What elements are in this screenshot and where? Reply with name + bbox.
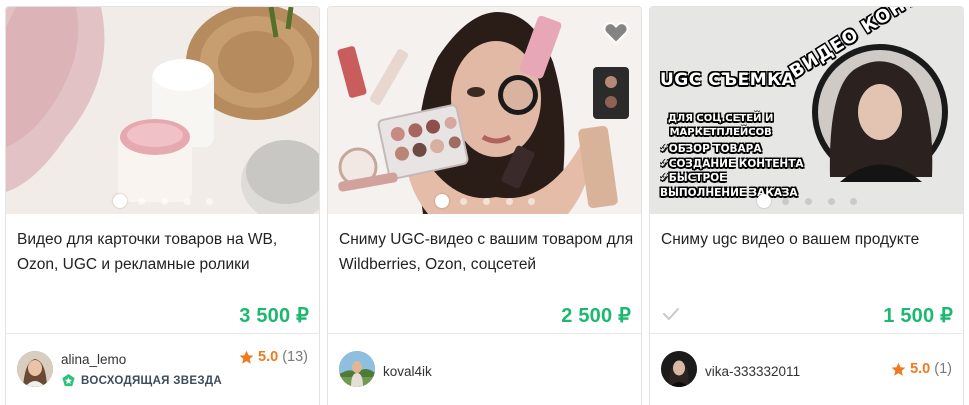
seller-rating: 5.0 (13) <box>239 349 308 365</box>
slide-dot[interactable] <box>161 198 168 205</box>
slide-dot-active[interactable] <box>757 194 771 208</box>
slide-indicator[interactable] <box>328 194 641 208</box>
star-icon <box>891 362 906 376</box>
favorite-button[interactable] <box>603 21 629 45</box>
slide-dot[interactable] <box>460 198 467 205</box>
slide-dot[interactable] <box>206 198 213 205</box>
slide-dot[interactable] <box>184 198 191 205</box>
listing-price: 3 500 ₽ <box>239 305 309 327</box>
rating-value: 5.0 <box>910 361 931 377</box>
divider <box>328 333 641 334</box>
avatar[interactable] <box>339 351 375 387</box>
slide-dot[interactable] <box>528 198 535 205</box>
slide-dot-active[interactable] <box>435 194 449 208</box>
promo-list-item: ✓ОБЗОР ТОВАРА <box>660 143 762 155</box>
badge-label: ВОСХОДЯЩАЯ ЗВЕЗДА <box>81 374 222 387</box>
listing-image[interactable] <box>328 7 641 214</box>
listing-title[interactable]: Видео для карточки товаров на WB, Ozon, … <box>17 227 312 277</box>
slide-dot[interactable] <box>138 198 145 205</box>
makeup-photo <box>328 7 641 214</box>
promo-heading: UGC СЪЕМКА <box>660 70 796 90</box>
listing-card-2[interactable]: Сниму UGC-видео с вашим товаром для Wild… <box>327 6 642 405</box>
slide-indicator[interactable] <box>6 194 319 208</box>
cosmetics-photo <box>6 7 319 214</box>
rating-count: (13) <box>282 349 308 365</box>
slide-indicator[interactable] <box>650 194 963 208</box>
rating-value: 5.0 <box>258 349 279 365</box>
slide-dot[interactable] <box>850 198 857 205</box>
avatar[interactable] <box>661 351 697 387</box>
slide-dot[interactable] <box>483 198 490 205</box>
listing-title[interactable]: Сниму UGC-видео с вашим товаром для Wild… <box>339 227 634 277</box>
listing-price: 2 500 ₽ <box>561 305 631 327</box>
listing-card-1[interactable]: Видео для карточки товаров на WB, Ozon, … <box>5 6 320 405</box>
seller-username[interactable]: koval4ik <box>383 364 432 379</box>
promo-subtitle: ДЛЯ СОЦ.СЕТЕЙ И МАРКЕТПЛЕЙСОВ <box>668 112 773 139</box>
slide-dot[interactable] <box>506 198 513 205</box>
divider <box>6 333 319 334</box>
slide-dot[interactable] <box>782 198 789 205</box>
listing-image[interactable]: UGC СЪЕМКА ВИДЕО КОНТЕНТ ДЛЯ СОЦ.СЕТЕЙ И… <box>650 7 963 214</box>
seller-username[interactable]: alina_lemo <box>61 352 126 367</box>
avatar[interactable] <box>17 351 53 387</box>
slide-dot-active[interactable] <box>113 194 127 208</box>
promo-list-item: ✓БЫСТРОЕ <box>660 172 727 184</box>
rising-star-icon <box>62 373 75 387</box>
listing-image[interactable] <box>6 7 319 214</box>
listing-card-3[interactable]: UGC СЪЕМКА ВИДЕО КОНТЕНТ ДЛЯ СОЦ.СЕТЕЙ И… <box>649 6 964 405</box>
heart-icon <box>603 22 629 45</box>
seller-username[interactable]: vika-333332011 <box>705 364 800 379</box>
promo-subtitle-line: МАРКЕТПЛЕЙСОВ <box>669 126 772 138</box>
rating-count: (1) <box>934 361 952 377</box>
seller-rating: 5.0 (1) <box>891 361 952 377</box>
slide-dot[interactable] <box>805 198 812 205</box>
promo-list: ✓ОБЗОР ТОВАРА ✓СОЗДАНИЕ КОНТЕНТА ✓БЫСТРО… <box>660 142 803 200</box>
promo-list-item: ✓СОЗДАНИЕ КОНТЕНТА <box>660 157 804 170</box>
listing-title[interactable]: Сниму ugc видео о вашем продукте <box>661 227 956 252</box>
slide-dot[interactable] <box>828 198 835 205</box>
star-icon <box>239 350 254 364</box>
check-icon <box>663 308 679 320</box>
seller-badge: ВОСХОДЯЩАЯ ЗВЕЗДА <box>61 373 222 388</box>
divider <box>650 333 963 334</box>
listing-price: 1 500 ₽ <box>883 305 953 327</box>
promo-subtitle-line: ДЛЯ СОЦ.СЕТЕЙ И <box>668 113 774 124</box>
